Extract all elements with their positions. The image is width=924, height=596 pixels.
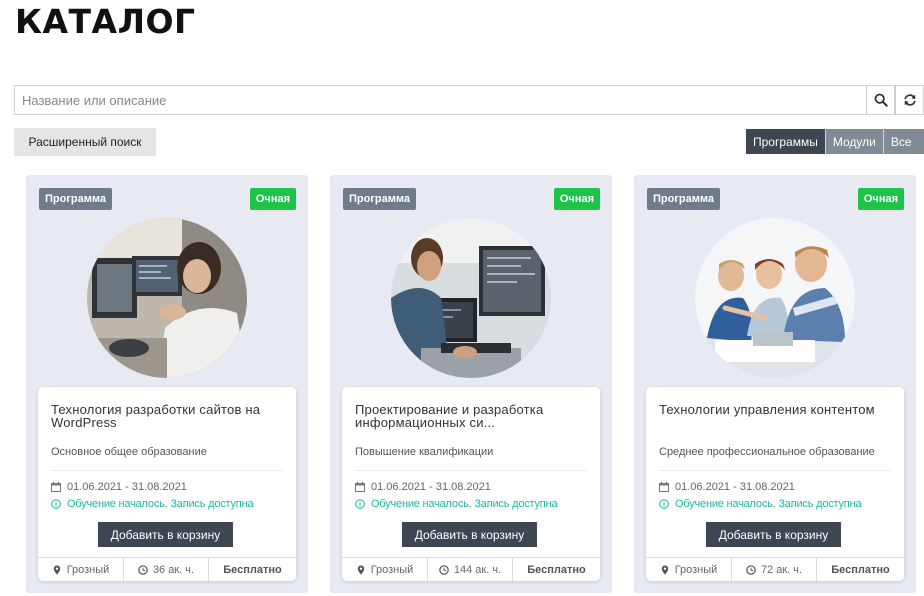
page-title: КАТАЛОГ xyxy=(15,2,196,41)
calendar-icon xyxy=(659,482,669,492)
clock-icon xyxy=(138,564,148,575)
divider xyxy=(51,470,283,471)
location: Грозный xyxy=(38,558,124,581)
search-bar xyxy=(14,85,924,115)
card-body: Проектирование и разработка информационн… xyxy=(342,387,600,581)
form-badge: Очная xyxy=(249,188,296,210)
card-footer: Грозный 144 ак. ч. Бесплатно xyxy=(342,557,600,581)
duration: 36 ак. ч. xyxy=(124,558,209,581)
location: Грозный xyxy=(646,558,732,581)
price: Бесплатно xyxy=(223,563,282,576)
tab-programs[interactable]: Программы xyxy=(746,129,825,154)
add-to-cart-button[interactable]: Добавить в корзину xyxy=(98,522,233,547)
calendar-icon xyxy=(355,482,365,492)
location-text: Грозный xyxy=(674,563,718,576)
calendar-icon xyxy=(51,482,61,492)
card-footer: Грозный 72 ак. ч. Бесплатно xyxy=(646,557,904,581)
duration-text: 72 ак. ч. xyxy=(760,563,803,576)
course-status: Обучение началось. Запись доступна xyxy=(51,498,254,510)
search-button[interactable] xyxy=(866,85,895,115)
divider xyxy=(355,470,587,471)
price: Бесплатно xyxy=(831,563,890,576)
duration-text: 36 ак. ч. xyxy=(152,563,195,576)
search-input[interactable] xyxy=(14,85,866,115)
dates-text: 01.06.2021 - 31.08.2021 xyxy=(67,481,187,493)
type-badge: Программа xyxy=(647,188,721,210)
course-title[interactable]: Технология разработки сайтов на WordPres… xyxy=(51,403,287,429)
advanced-search-button[interactable]: Расширенный поиск xyxy=(14,128,156,156)
tab-all[interactable]: Все xyxy=(882,129,924,154)
status-text: Обучение началось. Запись доступна xyxy=(67,498,254,510)
add-to-cart-button[interactable]: Добавить в корзину xyxy=(402,522,537,547)
course-dates: 01.06.2021 - 31.08.2021 xyxy=(355,481,491,493)
card-footer: Грозный 36 ак. ч. Бесплатно xyxy=(38,557,296,581)
card-body: Технологии управления контентом Среднее … xyxy=(646,387,904,581)
type-badge: Программа xyxy=(343,188,417,210)
course-card[interactable]: Программа Очная Технологии управления ко… xyxy=(634,175,916,593)
status-text: Обучение началось. Запись доступна xyxy=(675,498,862,510)
course-image xyxy=(87,218,247,378)
course-card[interactable]: Программа Очная Технология разработки са… xyxy=(26,175,308,593)
map-pin-icon xyxy=(661,565,668,574)
clock-icon xyxy=(439,564,449,575)
dates-text: 01.06.2021 - 31.08.2021 xyxy=(675,481,795,493)
tab-modules[interactable]: Модули xyxy=(824,129,883,154)
duration: 144 ак. ч. xyxy=(428,558,513,581)
divider xyxy=(659,470,891,471)
course-title[interactable]: Технологии управления контентом xyxy=(659,403,895,416)
map-pin-icon xyxy=(53,565,60,574)
refresh-icon xyxy=(903,94,916,106)
course-status: Обучение началось. Запись доступна xyxy=(659,498,862,510)
location: Грозный xyxy=(342,558,428,581)
type-badge: Программа xyxy=(39,188,113,210)
course-image xyxy=(695,218,855,378)
course-image xyxy=(391,218,551,378)
duration: 72 ак. ч. xyxy=(732,558,817,581)
location-text: Грозный xyxy=(66,563,110,576)
course-dates: 01.06.2021 - 31.08.2021 xyxy=(659,481,795,493)
info-icon xyxy=(659,499,669,509)
card-body: Технология разработки сайтов на WordPres… xyxy=(38,387,296,581)
form-badge: Очная xyxy=(857,188,904,210)
info-icon xyxy=(51,499,61,509)
search-icon xyxy=(874,93,888,107)
dates-text: 01.06.2021 - 31.08.2021 xyxy=(371,481,491,493)
reset-button[interactable] xyxy=(895,85,924,115)
form-badge: Очная xyxy=(553,188,600,210)
price: Бесплатно xyxy=(527,563,586,576)
duration-text: 144 ак. ч. xyxy=(453,563,502,576)
education-level: Среднее профессиональное образование xyxy=(659,446,875,458)
clock-icon xyxy=(746,564,756,575)
education-level: Повышение квалификации xyxy=(355,446,494,458)
location-text: Грозный xyxy=(370,563,414,576)
info-icon xyxy=(355,499,365,509)
course-title[interactable]: Проектирование и разработка информационн… xyxy=(355,403,591,429)
course-card[interactable]: Программа Очная Проектирование и разрабо… xyxy=(330,175,612,593)
course-dates: 01.06.2021 - 31.08.2021 xyxy=(51,481,187,493)
education-level: Основное общее образование xyxy=(51,446,207,458)
filter-tabs: Программы Модули Все xyxy=(746,129,924,154)
add-to-cart-button[interactable]: Добавить в корзину xyxy=(706,522,841,547)
status-text: Обучение началось. Запись доступна xyxy=(371,498,558,510)
map-pin-icon xyxy=(357,565,364,574)
course-status: Обучение началось. Запись доступна xyxy=(355,498,558,510)
